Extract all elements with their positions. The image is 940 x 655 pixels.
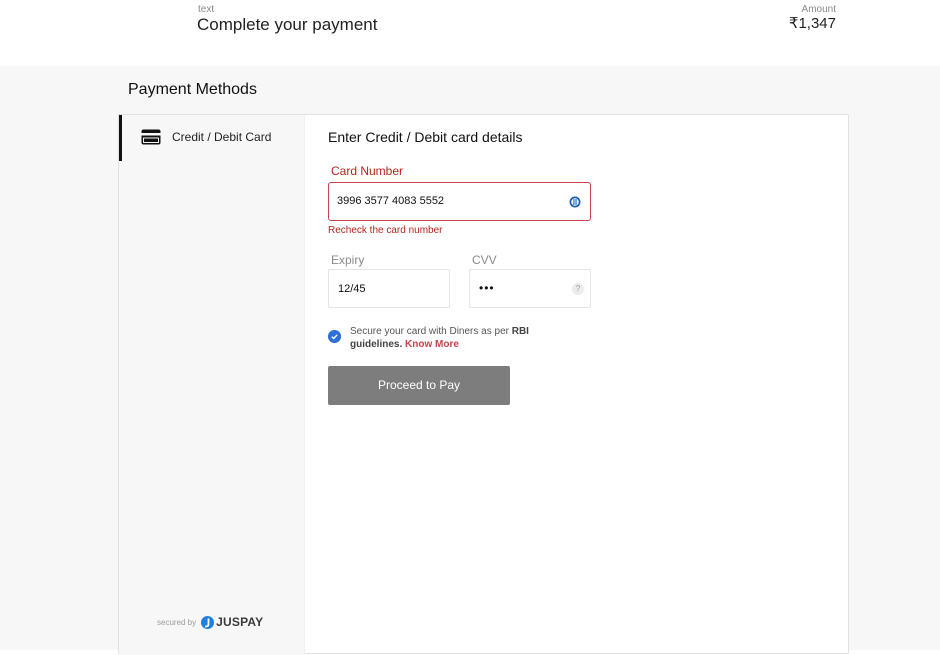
payment-panel: Credit / Debit Card secured by JUSPAY En… (118, 114, 849, 655)
amount-value: ₹1,347 (788, 15, 836, 32)
card-number-value[interactable]: 3996 3577 4083 5552 (337, 195, 444, 207)
checkbox-checked-icon[interactable] (328, 330, 341, 343)
diners-icon (569, 196, 581, 208)
consent-text: Secure your card with Diners as per RBI … (350, 325, 570, 351)
sidebar-item-card[interactable]: Credit / Debit Card (119, 115, 305, 161)
header-small-label: text (198, 4, 215, 15)
card-icon (141, 129, 161, 145)
proceed-to-pay-button[interactable]: Proceed to Pay (328, 366, 510, 405)
form-title: Enter Credit / Debit card details (328, 129, 523, 145)
cvv-help-icon[interactable]: ? (572, 283, 584, 295)
juspay-logo-icon (201, 615, 215, 629)
know-more-link[interactable]: Know More (405, 339, 459, 350)
page-header: text Complete your payment Amount ₹1,347 (0, 0, 940, 66)
juspay-brand: JUSPAY (216, 615, 264, 629)
sidebar-item-label: Credit / Debit Card (172, 130, 272, 144)
cvv-field[interactable]: ••• ? (469, 269, 591, 308)
cvv-label: CVV (472, 253, 497, 267)
page-title: Complete your payment (197, 15, 378, 34)
section-title: Payment Methods (128, 81, 257, 98)
cvv-value[interactable]: ••• (479, 281, 495, 295)
payment-methods-sidebar: Credit / Debit Card secured by JUSPAY (119, 115, 305, 655)
secured-by-footer: secured by JUSPAY (157, 615, 263, 629)
card-number-field[interactable]: 3996 3577 4083 5552 (328, 182, 591, 221)
expiry-label: Expiry (331, 253, 365, 267)
consent-prefix: Secure your card with Diners as per (350, 326, 512, 337)
card-number-label: Card Number (331, 164, 404, 178)
expiry-value[interactable]: 12/45 (338, 283, 366, 295)
expiry-field[interactable]: 12/45 (328, 269, 450, 308)
card-number-error: Recheck the card number (328, 225, 443, 236)
secured-by-label: secured by (157, 617, 197, 627)
